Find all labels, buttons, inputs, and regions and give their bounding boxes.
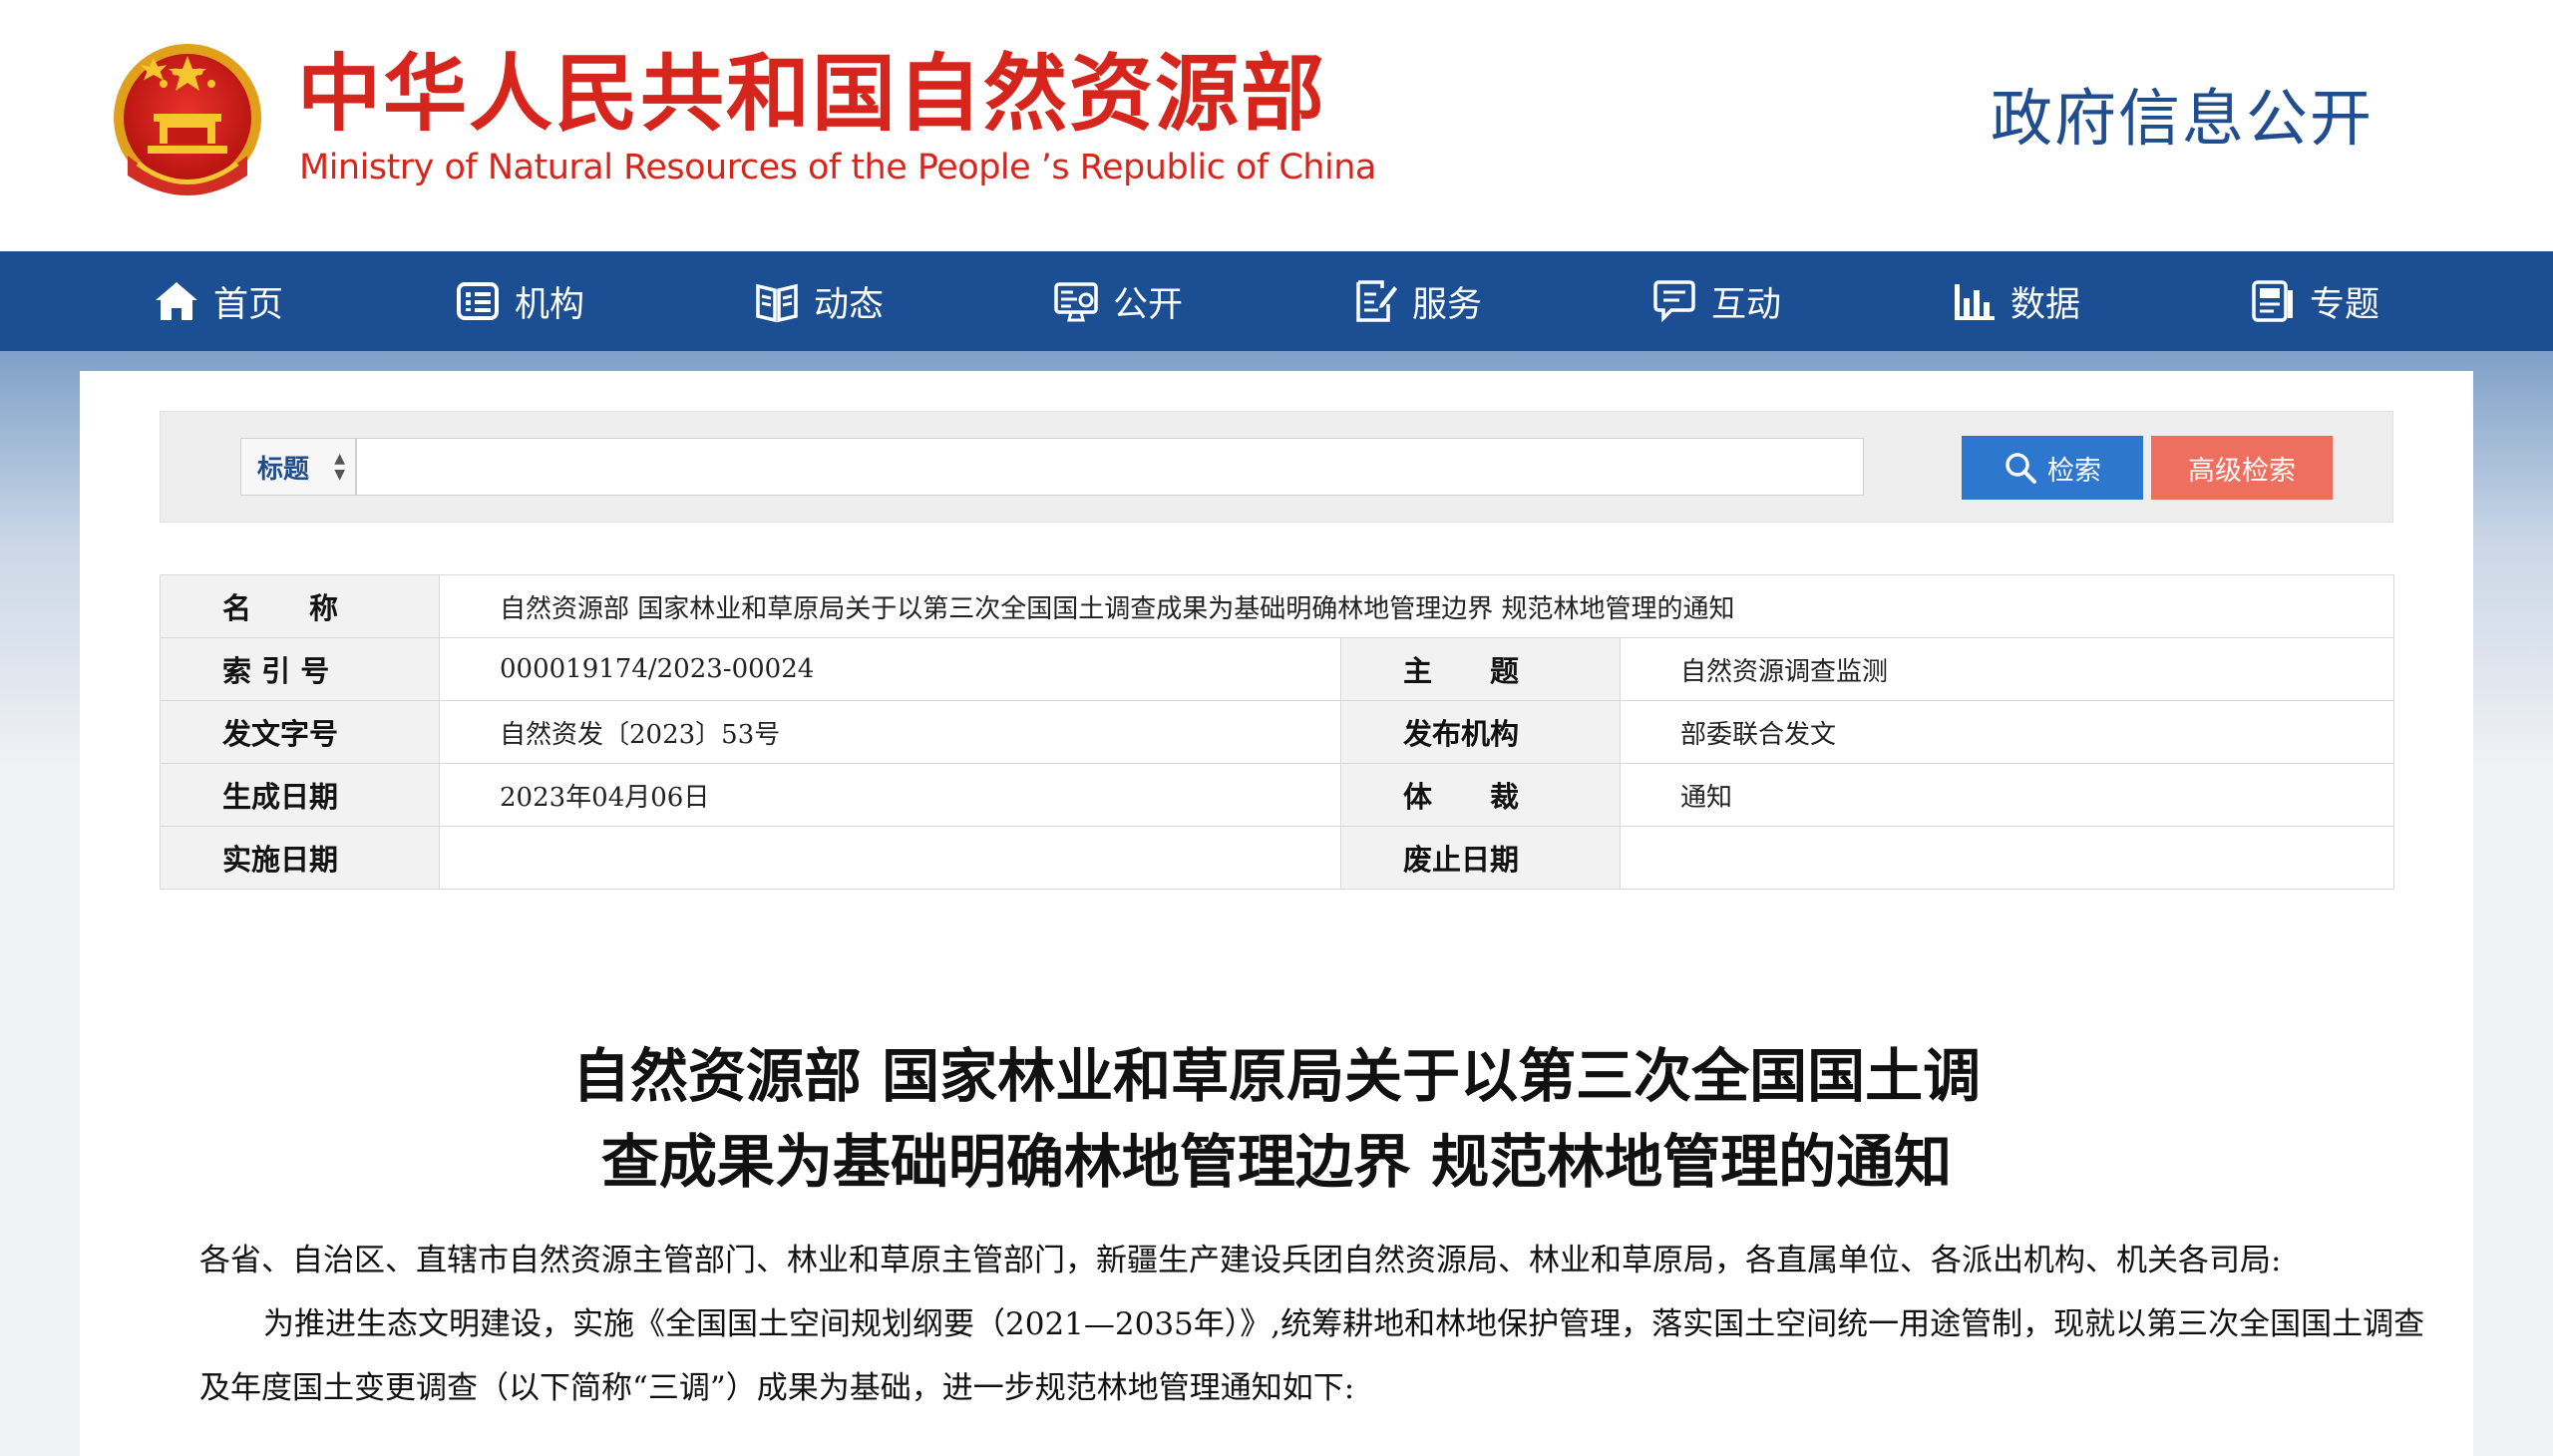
info-row-effective: 实施日期 废止日期 bbox=[160, 826, 2395, 890]
search-button-label: 检索 bbox=[2047, 455, 2101, 487]
info-value-date: 2023年04月06日 bbox=[439, 763, 1341, 827]
info-label: 主 题 bbox=[1340, 637, 1621, 701]
info-value-docno: 自然资发〔2023〕53号 bbox=[439, 700, 1341, 764]
content-card: 标题 ▲ ▼ 检索 高级检索 名 称 自然资源部 国家林业和草原局关于以第三次全国… bbox=[80, 371, 2473, 1456]
info-value-effective bbox=[439, 826, 1341, 890]
nav-item-public[interactable]: 公开 bbox=[1053, 251, 1183, 351]
info-value-index: 000019174/2023-00024 bbox=[439, 637, 1341, 701]
bar-chart-icon bbox=[1955, 284, 1995, 320]
info-value-genre: 通知 bbox=[1619, 763, 2395, 827]
section-title[interactable]: 政府信息公开 bbox=[1991, 68, 2373, 158]
nav-item-label: 公开 bbox=[1113, 284, 1184, 325]
nav-item-organization[interactable]: 机构 bbox=[455, 251, 584, 351]
search-icon bbox=[2006, 453, 2036, 484]
monitor-icon bbox=[1054, 282, 1098, 322]
site-name-cn[interactable]: 中华人民共和国自然资源部 bbox=[297, 44, 1326, 144]
info-label: 废止日期 bbox=[1340, 826, 1621, 890]
main-nav: 首页 机构 动态 公开 服务 互动 数据 专题 bbox=[0, 251, 2553, 351]
site-header: 中华人民共和国自然资源部 Ministry of Natural Resourc… bbox=[0, 0, 2553, 251]
search-input[interactable] bbox=[356, 438, 1864, 496]
article-addressee: 各省、自治区、直辖市自然资源主管部门、林业和草原主管部门，新疆生产建设兵团自然资… bbox=[199, 1243, 2282, 1278]
nav-item-interact[interactable]: 互动 bbox=[1651, 251, 1781, 351]
info-label: 体 裁 bbox=[1340, 763, 1621, 827]
nav-item-label: 互动 bbox=[1711, 284, 1782, 325]
document-info-table: 名 称 自然资源部 国家林业和草原局关于以第三次全国国土调查成果为基础明确林地管… bbox=[160, 574, 2395, 890]
news-book-icon bbox=[756, 283, 798, 323]
service-doc-icon bbox=[1356, 280, 1397, 322]
nav-item-home[interactable]: 首页 bbox=[154, 251, 283, 351]
nav-item-service[interactable]: 服务 bbox=[1352, 251, 1482, 351]
info-row-date: 生成日期 2023年04月06日 体 裁 通知 bbox=[160, 763, 2395, 827]
nav-item-label: 首页 bbox=[213, 284, 284, 325]
advanced-search-button[interactable]: 高级检索 bbox=[2151, 436, 2333, 500]
info-label: 发文字号 bbox=[160, 700, 440, 764]
topic-icon bbox=[2252, 280, 2293, 322]
info-label: 发布机构 bbox=[1340, 700, 1621, 764]
organization-icon bbox=[457, 282, 499, 320]
national-emblem-icon[interactable] bbox=[108, 36, 267, 207]
info-value-issuer: 部委联合发文 bbox=[1619, 700, 2395, 764]
nav-item-label: 数据 bbox=[2010, 284, 2081, 325]
article-title-line: 自然资源部 国家林业和草原局关于以第三次全国国土调 bbox=[571, 1042, 1982, 1110]
article-title: 自然资源部 国家林业和草原局关于以第三次全国国土调 查成果为基础明确林地管理边界… bbox=[80, 1033, 2473, 1205]
info-value-subject: 自然资源调查监测 bbox=[1619, 637, 2395, 701]
home-icon bbox=[156, 282, 197, 320]
nav-item-label: 动态 bbox=[814, 284, 885, 325]
info-label: 实施日期 bbox=[160, 826, 440, 890]
site-name-en[interactable]: Ministry of Natural Resources of the Peo… bbox=[299, 148, 1376, 187]
article-body: 各省、自治区、直辖市自然资源主管部门、林业和草原主管部门，新疆生产建设兵团自然资… bbox=[199, 1229, 2425, 1420]
article-paragraph: 为推进生态文明建设，实施《全国国土空间规划纲要（2021—2035年）》,统筹耕… bbox=[199, 1306, 2425, 1406]
chat-icon bbox=[1653, 280, 1695, 323]
nav-item-label: 专题 bbox=[2310, 284, 2380, 325]
search-button[interactable]: 检索 bbox=[1962, 436, 2143, 500]
nav-item-label: 机构 bbox=[515, 284, 585, 325]
info-value-abolish bbox=[1619, 826, 2395, 890]
info-label: 索 引 号 bbox=[160, 637, 440, 701]
info-label: 生成日期 bbox=[160, 763, 440, 827]
info-row-docno: 发文字号 自然资发〔2023〕53号 发布机构 部委联合发文 bbox=[160, 700, 2395, 764]
nav-item-topics[interactable]: 专题 bbox=[2250, 251, 2379, 351]
advanced-search-label: 高级检索 bbox=[2188, 455, 2296, 487]
info-value-name: 自然资源部 国家林业和草原局关于以第三次全国国土调查成果为基础明确林地管理边界 … bbox=[438, 574, 2395, 638]
nav-item-data[interactable]: 数据 bbox=[1951, 251, 2080, 351]
search-field-select[interactable]: 标题 ▲ ▼ bbox=[240, 438, 356, 496]
nav-item-news[interactable]: 动态 bbox=[754, 251, 884, 351]
info-row-index: 索 引 号 000019174/2023-00024 主 题 自然资源调查监测 bbox=[160, 637, 2395, 701]
info-row-name: 名 称 自然资源部 国家林业和草原局关于以第三次全国国土调查成果为基础明确林地管… bbox=[160, 574, 2395, 638]
search-field-label: 标题 bbox=[257, 454, 310, 485]
search-bar: 标题 ▲ ▼ 检索 高级检索 bbox=[160, 411, 2393, 523]
nav-item-label: 服务 bbox=[1412, 284, 1483, 325]
info-label: 名 称 bbox=[160, 574, 440, 638]
article-title-line: 查成果为基础明确林地管理边界 规范林地管理的通知 bbox=[600, 1128, 1953, 1196]
select-arrows-icon: ▲ ▼ bbox=[334, 451, 345, 483]
